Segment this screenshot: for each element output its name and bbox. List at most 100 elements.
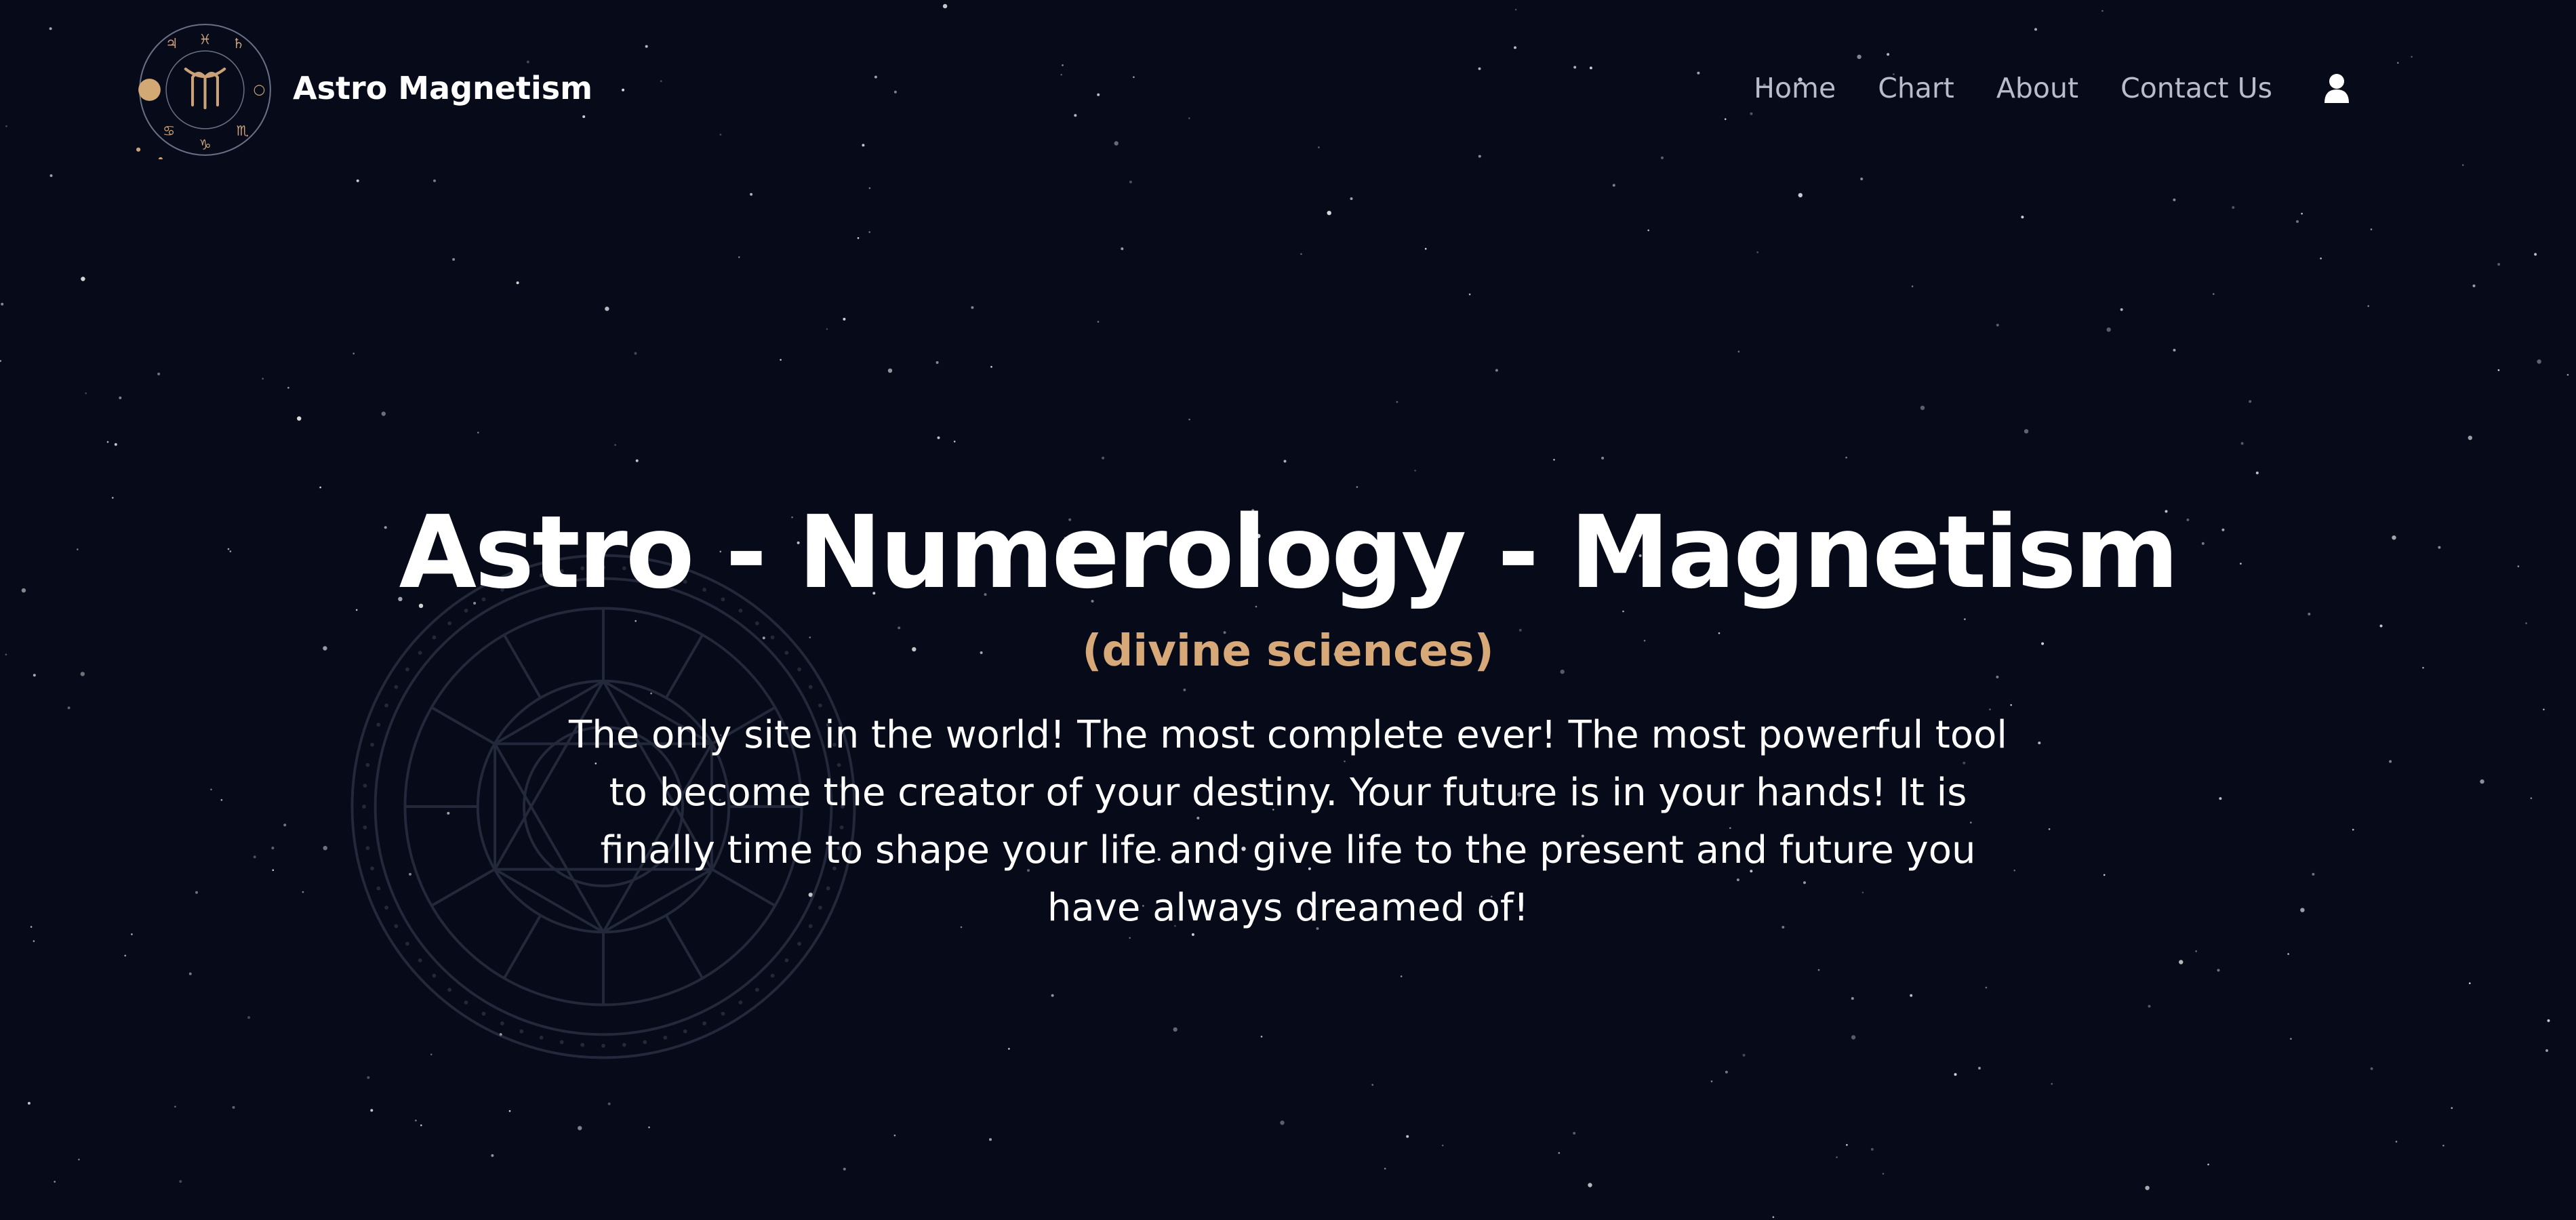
star <box>1870 1147 1874 1151</box>
star <box>893 1134 896 1137</box>
star <box>1612 184 1615 187</box>
star <box>2240 442 2244 445</box>
star <box>635 459 639 462</box>
star <box>1978 1067 1981 1070</box>
star <box>106 441 109 443</box>
star <box>1647 229 1649 232</box>
star <box>1260 1036 1263 1038</box>
star <box>287 386 289 389</box>
star <box>2249 400 2252 403</box>
star <box>2370 1067 2373 1070</box>
star <box>119 396 122 399</box>
star <box>843 1167 846 1171</box>
svg-text:♏: ♏ <box>237 123 249 139</box>
star <box>262 378 264 380</box>
star <box>420 1124 422 1126</box>
user-icon[interactable] <box>2321 71 2352 105</box>
hero-title: Astro - Numerology - Magnetism <box>399 494 2179 611</box>
star <box>2442 1144 2444 1147</box>
star <box>1350 197 1353 201</box>
zodiac-wheel-logo-icon[interactable]: ♃ ♓ ♄ ○ ♏ ♑ ♋ <box>136 20 275 159</box>
star <box>1173 1027 1178 1032</box>
star <box>2145 1185 2150 1190</box>
star <box>0 360 1 362</box>
star <box>1280 1120 1285 1125</box>
star <box>2537 359 2541 364</box>
star <box>356 179 359 182</box>
nav-contact-link[interactable]: Contact Us <box>2120 72 2272 104</box>
star <box>1558 1152 1561 1154</box>
star <box>2179 960 2183 964</box>
star <box>1845 456 1847 459</box>
hero-subtitle: (divine sciences) <box>1082 626 1494 676</box>
star <box>232 1105 235 1109</box>
star <box>27 1101 31 1105</box>
star <box>2232 206 2235 209</box>
star <box>1300 253 1302 256</box>
star <box>1129 180 1132 184</box>
star <box>826 328 828 330</box>
star <box>935 361 939 364</box>
star <box>1495 369 1498 372</box>
nav-home-link[interactable]: Home <box>1754 72 1836 104</box>
star <box>648 1126 650 1128</box>
site-brand-name[interactable]: Astro Magnetism <box>293 66 592 110</box>
star <box>1954 1073 1957 1076</box>
star <box>2287 953 2289 955</box>
star <box>1129 937 1131 939</box>
star <box>2148 1004 2151 1008</box>
star <box>54 1181 56 1183</box>
star <box>857 237 860 239</box>
star <box>124 954 126 957</box>
star <box>114 443 117 446</box>
star <box>1468 293 1471 296</box>
star <box>1051 994 1054 997</box>
star <box>415 1119 417 1122</box>
star <box>491 1154 494 1157</box>
star <box>1772 1216 1775 1218</box>
star <box>452 258 456 261</box>
star <box>2021 216 2024 219</box>
star <box>953 441 956 443</box>
star <box>2395 1141 2398 1143</box>
star <box>843 317 846 321</box>
star <box>780 359 782 361</box>
star <box>179 1180 182 1183</box>
star <box>1756 251 1758 253</box>
star <box>2296 220 2299 223</box>
star <box>2534 253 2537 256</box>
svg-text:♋: ♋ <box>163 123 175 139</box>
star <box>477 431 479 434</box>
nav-about-link[interactable]: About <box>1996 72 2078 104</box>
star <box>157 372 161 375</box>
star <box>2497 369 2500 371</box>
star <box>2173 348 2176 352</box>
star <box>2320 258 2322 260</box>
star <box>508 1110 511 1112</box>
star <box>2217 969 2220 972</box>
svg-text:♃: ♃ <box>165 35 178 52</box>
star <box>971 306 974 309</box>
star <box>989 1138 992 1141</box>
star <box>990 365 992 368</box>
star <box>1573 1132 1576 1135</box>
star <box>1283 460 1287 463</box>
star <box>1400 975 1403 977</box>
star <box>1588 1183 1592 1187</box>
svg-text:♄: ♄ <box>233 35 245 52</box>
star <box>1 302 4 306</box>
star <box>1710 1080 1713 1082</box>
star <box>1985 986 1988 989</box>
star <box>297 416 302 421</box>
landing-page: ♃ ♓ ♄ ○ ♏ ♑ ♋ Astro Magnetism Home Chart… <box>0 0 2576 1220</box>
star <box>1102 456 1105 460</box>
star <box>1008 1048 1010 1050</box>
star <box>1327 211 1331 216</box>
star <box>1414 470 1416 472</box>
star <box>188 972 192 975</box>
star <box>2195 950 2197 952</box>
star <box>2367 305 2369 307</box>
nav-chart-link[interactable]: Chart <box>1878 72 1954 104</box>
star <box>1996 323 1999 327</box>
star <box>1846 1143 1848 1146</box>
